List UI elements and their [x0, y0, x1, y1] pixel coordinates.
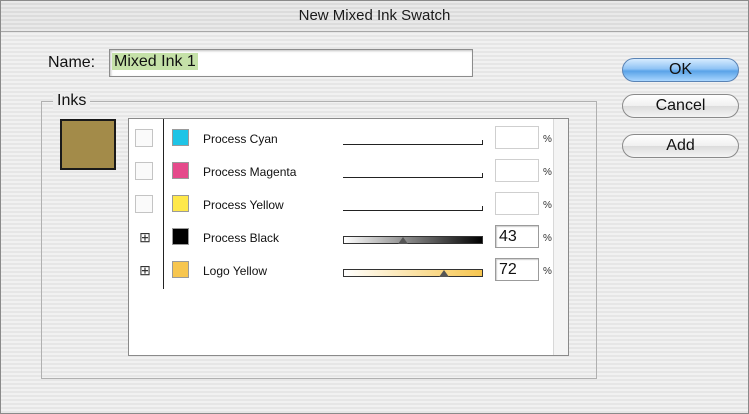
slider-track [343, 177, 483, 178]
mixed-color-preview [60, 119, 116, 170]
cancel-button[interactable]: Cancel [622, 94, 739, 118]
name-input-value: Mixed Ink 1 [112, 53, 198, 70]
ink-swatch [172, 261, 189, 278]
ink-name: Process Black [203, 231, 280, 245]
ink-percent-slider[interactable] [343, 135, 483, 145]
percent-sign: % [543, 200, 552, 211]
dialog-window: New Mixed Ink Swatch Name: Mixed Ink 1 O… [0, 0, 749, 414]
ink-name: Logo Yellow [203, 264, 268, 278]
slider-track [343, 210, 483, 211]
ink-percent-slider[interactable] [343, 267, 483, 277]
ink-row: Process Yellow% [129, 189, 554, 222]
ink-swatch [172, 228, 189, 245]
ink-swatch [172, 162, 189, 179]
percent-sign: % [543, 167, 552, 178]
ink-percent-field[interactable] [495, 159, 539, 182]
ink-name: Process Cyan [203, 132, 278, 146]
slider-end-tick [482, 173, 483, 178]
mixed-ink-include-icon[interactable]: ⊞ [135, 260, 155, 280]
ink-row: Process Cyan% [129, 123, 554, 156]
slider-end-tick [482, 206, 483, 211]
ink-include-checkbox[interactable] [135, 129, 153, 147]
percent-sign: % [543, 233, 552, 244]
ink-percent-field[interactable] [495, 192, 539, 215]
name-label: Name: [48, 54, 96, 71]
ink-include-checkbox[interactable] [135, 162, 153, 180]
slider-gradient [343, 236, 483, 244]
ink-row: ⊞ Logo Yellow 72% [129, 255, 554, 288]
window-title: New Mixed Ink Swatch [1, 1, 748, 32]
ok-button[interactable]: OK [622, 58, 739, 82]
ink-percent-field[interactable]: 43 [495, 225, 539, 248]
ink-row: Process Magenta% [129, 156, 554, 189]
ink-name: Process Magenta [203, 165, 297, 179]
ink-percent-field[interactable]: 72 [495, 258, 539, 281]
slider-gradient [343, 269, 483, 277]
ink-list-scrollbar[interactable] [553, 119, 568, 355]
mixed-ink-include-icon[interactable]: ⊞ [135, 227, 155, 247]
ink-include-checkbox[interactable] [135, 195, 153, 213]
slider-thumb[interactable] [438, 270, 449, 277]
inks-group-label: Inks [53, 92, 91, 110]
name-input[interactable]: Mixed Ink 1 [109, 49, 473, 77]
ink-row: ⊞ Process Black 43% [129, 222, 554, 255]
ink-percent-slider[interactable] [343, 168, 483, 178]
ink-percent-field[interactable] [495, 126, 539, 149]
slider-track [343, 144, 483, 145]
slider-thumb[interactable] [398, 237, 409, 244]
ink-percent-slider[interactable] [343, 234, 483, 244]
percent-sign: % [543, 134, 552, 145]
add-button[interactable]: Add [622, 134, 739, 158]
ink-swatch [172, 129, 189, 146]
ink-swatch [172, 195, 189, 212]
ink-list-panel: Process Cyan% Process Magenta% Process Yel… [128, 118, 569, 356]
ink-percent-slider[interactable] [343, 201, 483, 211]
ink-name: Process Yellow [203, 198, 284, 212]
slider-end-tick [482, 140, 483, 145]
percent-sign: % [543, 266, 552, 277]
